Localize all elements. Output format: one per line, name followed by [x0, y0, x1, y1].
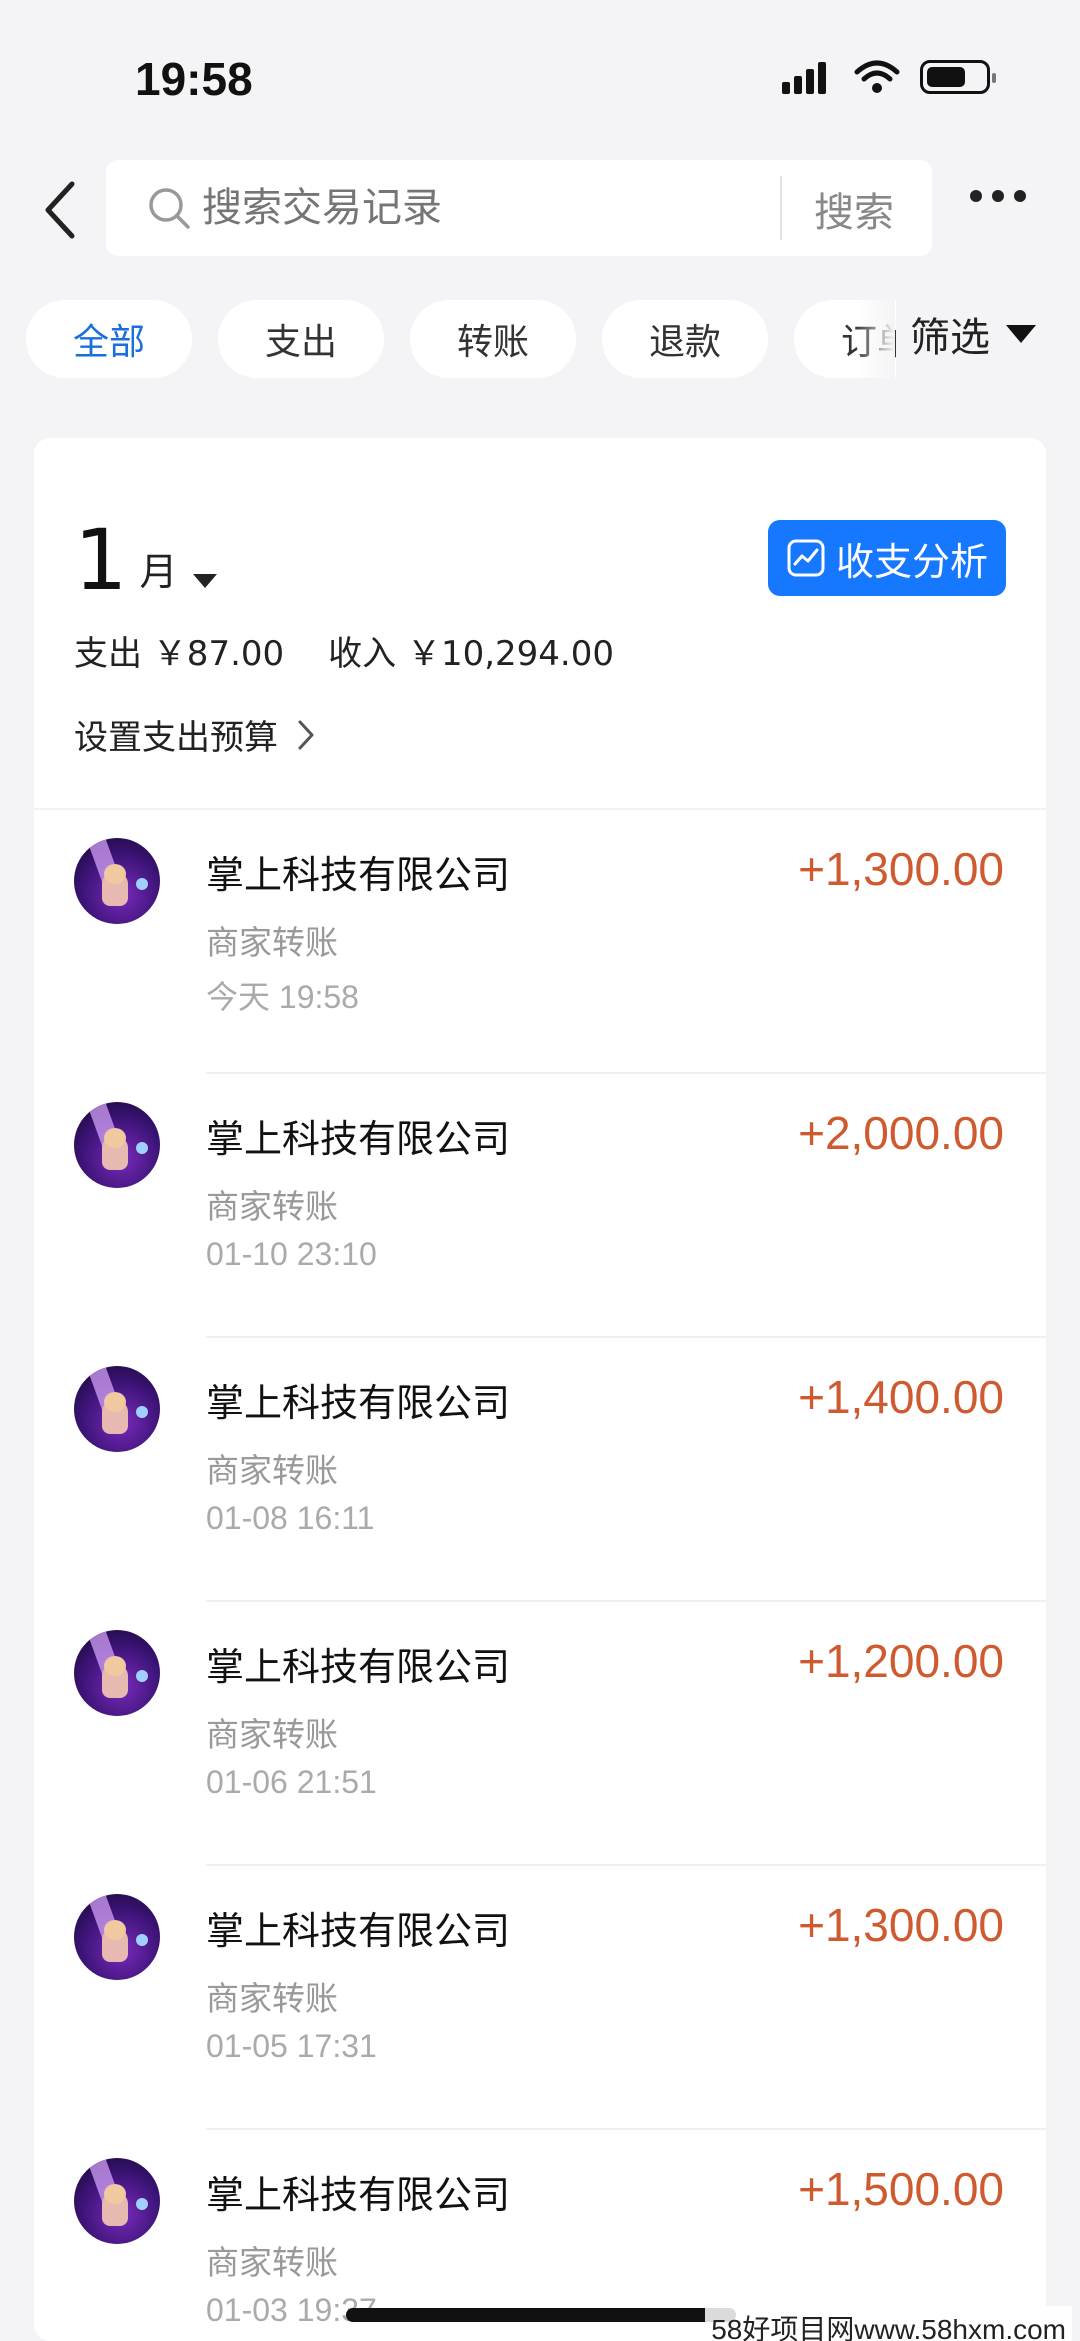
analysis-button[interactable]: 收支分析	[768, 520, 1006, 596]
avatar	[74, 1102, 160, 1188]
transaction-name: 掌上科技有限公司	[206, 1381, 511, 1425]
income-value: ￥10,294.00	[406, 634, 615, 674]
transaction-name: 掌上科技有限公司	[206, 1909, 511, 1953]
budget-label: 设置支出预算	[74, 718, 278, 758]
transaction-type: 商家转账	[206, 1979, 338, 2018]
transaction-row[interactable]: 掌上科技有限公司 商家转账 01-05 17:31 +1,300.00	[34, 1866, 1046, 2130]
chip-all[interactable]: 全部	[26, 300, 192, 378]
month-unit: 月	[139, 550, 178, 594]
avatar	[74, 838, 160, 924]
transaction-name: 掌上科技有限公司	[206, 1117, 511, 1161]
search-divider	[780, 176, 782, 240]
expense-summary: 支出 ￥87.00	[74, 626, 284, 675]
search-button[interactable]: 搜索	[814, 180, 894, 238]
chart-icon	[787, 539, 825, 577]
chevron-right-icon	[298, 720, 314, 749]
transaction-amount: +1,300.00	[798, 1899, 1004, 1951]
transaction-type: 商家转账	[206, 2243, 338, 2282]
month-summary: 支出 ￥87.00 收入 ￥10,294.00	[74, 626, 614, 675]
avatar	[74, 2158, 160, 2244]
transaction-time: 01-08 16:11	[206, 1500, 375, 1536]
caret-down-icon	[193, 574, 218, 588]
status-icons	[782, 60, 996, 94]
status-time: 19:58	[135, 53, 253, 105]
search-icon	[149, 188, 190, 229]
watermark: 58好项目网www.58hxm.com	[705, 2306, 1072, 2341]
signal-icon	[782, 62, 826, 94]
avatar	[74, 1630, 160, 1716]
transaction-time: 01-05 17:31	[206, 2028, 377, 2064]
transaction-time: 01-06 21:51	[206, 1764, 377, 1800]
search-input[interactable]	[202, 185, 722, 231]
filter-button[interactable]: 筛选	[910, 305, 1036, 363]
transaction-type: 商家转账	[206, 923, 338, 962]
budget-link[interactable]: 设置支出预算	[74, 710, 316, 759]
chip-refund[interactable]: 退款	[602, 300, 768, 378]
expense-value: ￥87.00	[152, 634, 285, 674]
transaction-type: 商家转账	[206, 1451, 338, 1490]
battery-icon	[920, 60, 996, 94]
home-indicator[interactable]	[346, 2308, 736, 2322]
transaction-row[interactable]: 掌上科技有限公司 商家转账 01-08 16:11 +1,400.00	[34, 1338, 1046, 1602]
analysis-label: 收支分析	[835, 539, 988, 584]
transaction-type: 商家转账	[206, 1715, 338, 1754]
search-box[interactable]: 搜索	[106, 160, 932, 256]
filter-label: 筛选	[910, 315, 990, 361]
back-button[interactable]	[30, 175, 90, 245]
transaction-amount: +2,000.00	[798, 1107, 1004, 1159]
transaction-name: 掌上科技有限公司	[206, 2173, 511, 2217]
transaction-amount: +1,200.00	[798, 1635, 1004, 1687]
transaction-row[interactable]: 掌上科技有限公司 商家转账 今天 19:58 +1,300.00	[34, 810, 1046, 1074]
income-summary: 收入 ￥10,294.00	[328, 626, 614, 675]
transaction-row[interactable]: 掌上科技有限公司 商家转账 01-10 23:10 +2,000.00	[34, 1074, 1046, 1338]
avatar	[74, 1894, 160, 1980]
caret-down-icon	[1006, 325, 1036, 343]
expense-label: 支出	[74, 634, 142, 674]
transaction-type: 商家转账	[206, 1187, 338, 1226]
chevron-left-icon	[45, 181, 75, 239]
transaction-amount: +1,400.00	[798, 1371, 1004, 1423]
month-selector[interactable]: 1 月	[74, 511, 218, 609]
avatar	[74, 1366, 160, 1452]
transaction-time: 01-10 23:10	[206, 1236, 377, 1272]
chips-fade	[855, 290, 895, 390]
month-number: 1	[74, 511, 128, 609]
transactions-card: 1 月 收支分析 支出 ￥87.00 收入 ￥10,294.00 设置支出预算 …	[34, 438, 1046, 2341]
income-label: 收入	[328, 634, 397, 674]
status-bar: 19:58	[0, 0, 1080, 150]
more-options-icon[interactable]	[970, 190, 1026, 202]
wifi-icon	[854, 60, 900, 93]
transaction-amount: +1,300.00	[798, 843, 1004, 895]
transaction-list: 掌上科技有限公司 商家转账 今天 19:58 +1,300.00 掌上科技有限公…	[34, 810, 1046, 2341]
filter-chips: 全部 支出 转账 退款 订单	[26, 300, 896, 380]
transaction-name: 掌上科技有限公司	[206, 853, 511, 897]
transaction-row[interactable]: 掌上科技有限公司 商家转账 01-06 21:51 +1,200.00	[34, 1602, 1046, 1866]
transaction-amount: +1,500.00	[798, 2163, 1004, 2215]
transaction-name: 掌上科技有限公司	[206, 1645, 511, 1689]
chip-expense[interactable]: 支出	[218, 300, 384, 378]
transaction-time: 今天 19:58	[206, 979, 359, 1015]
chip-transfer[interactable]: 转账	[410, 300, 576, 378]
